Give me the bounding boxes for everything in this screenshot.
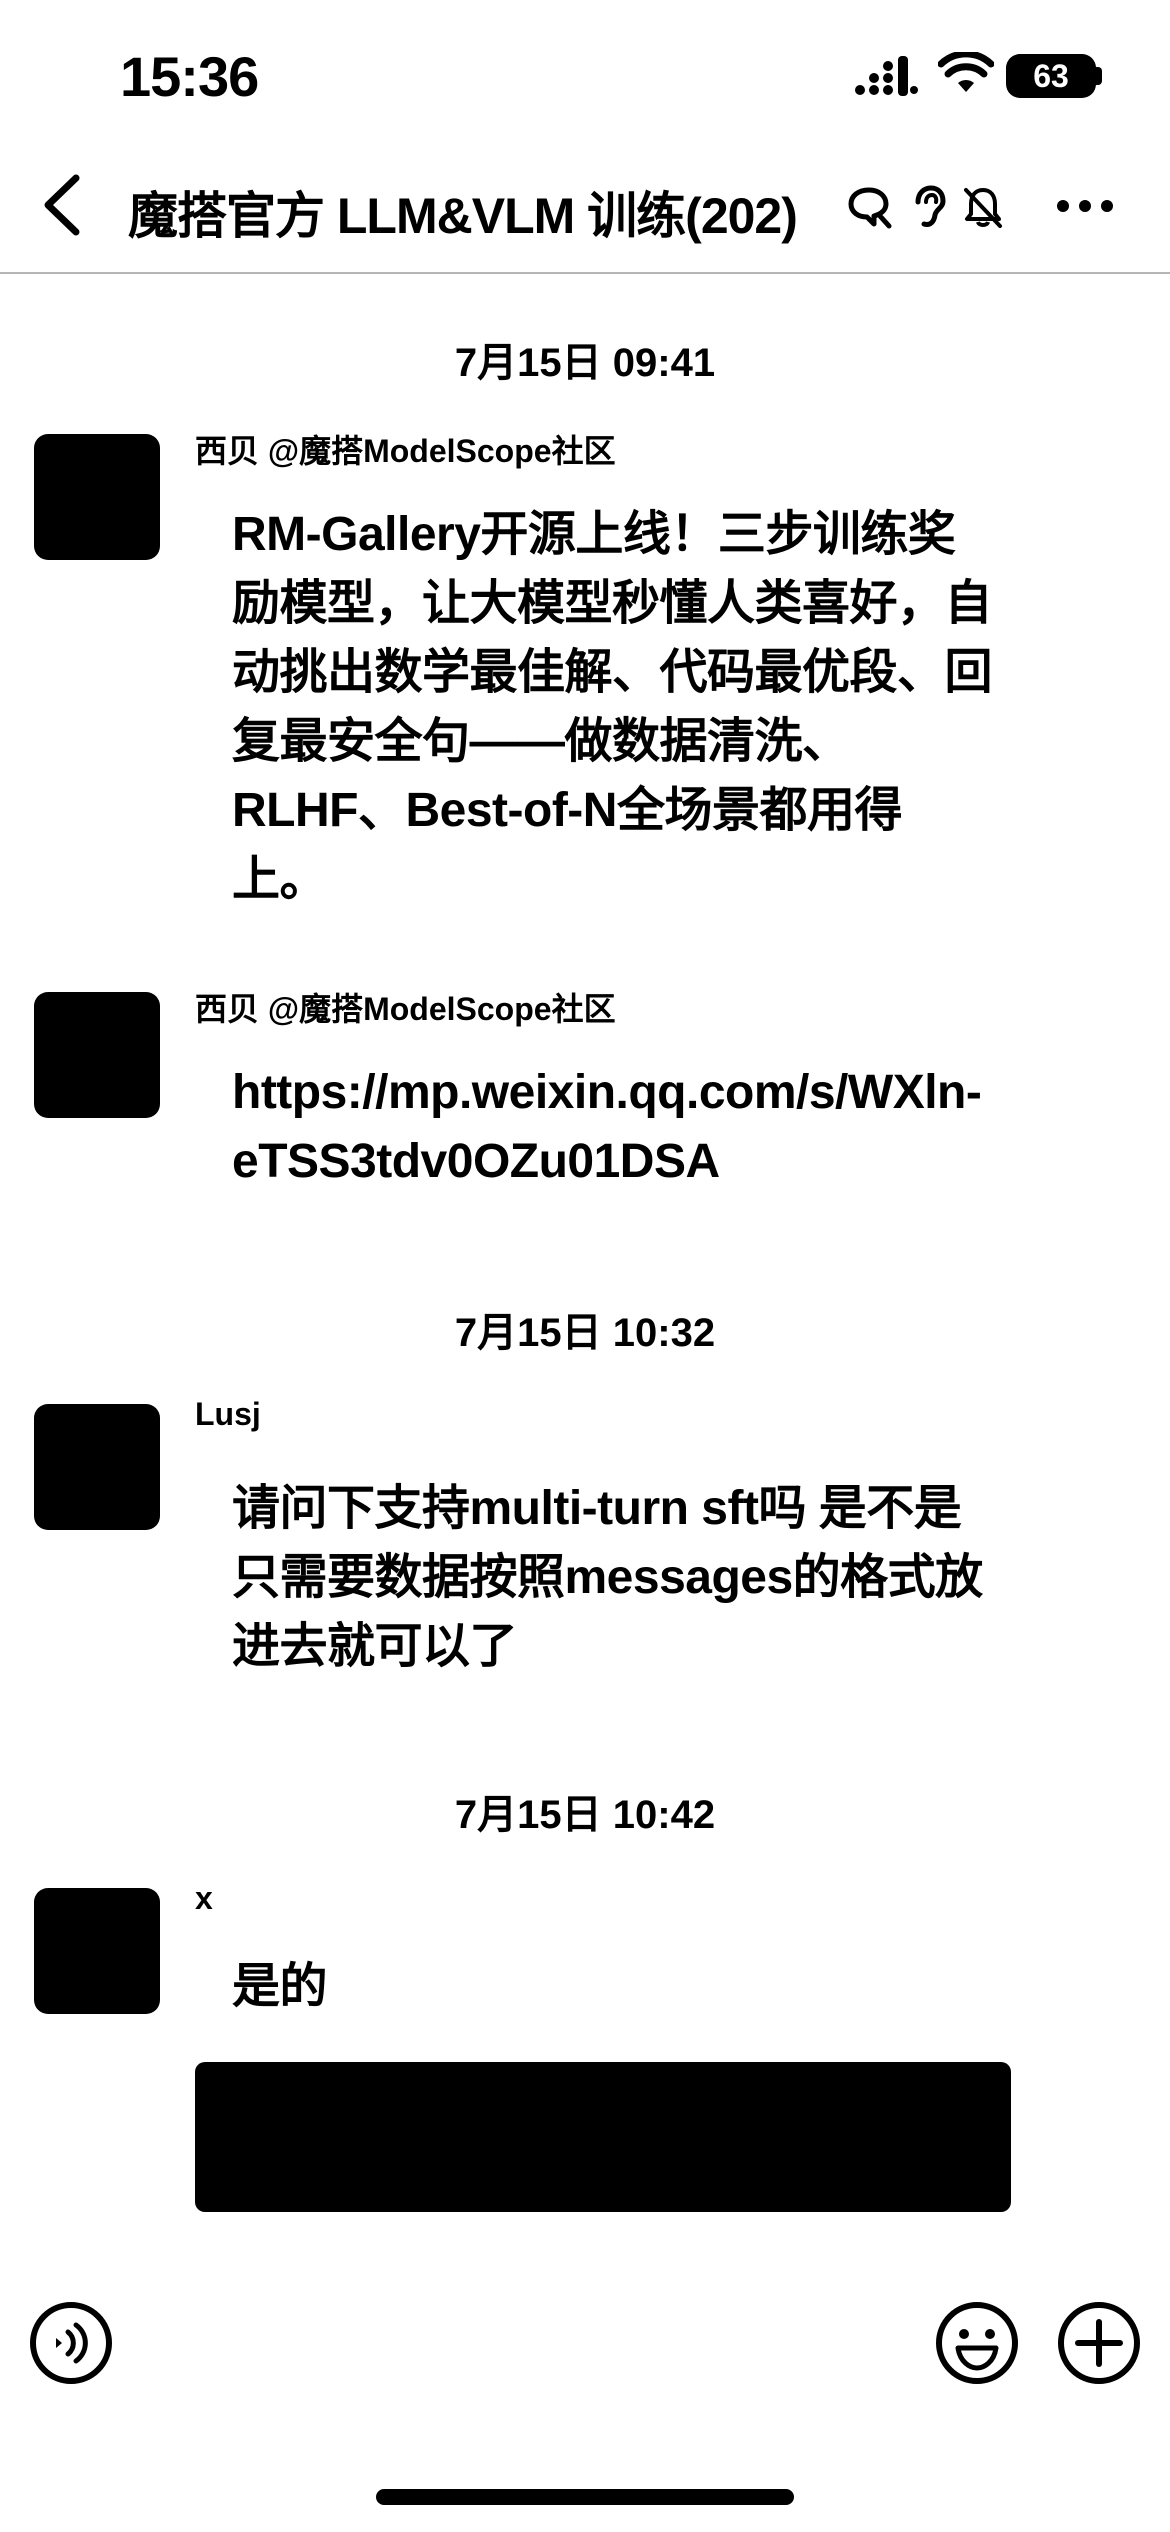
header-divider [0, 272, 1170, 274]
battery-indicator: 63 [1006, 54, 1096, 98]
battery-cap [1094, 67, 1102, 85]
battery-level: 63 [1033, 57, 1069, 94]
chat-title[interactable]: 魔搭官方 LLM&VLM 训练(202) [128, 176, 840, 248]
sender-name: 西贝 @魔搭ModelScope社区 [195, 433, 616, 469]
plus-circle-icon[interactable] [1056, 2300, 1142, 2386]
sender-name: x [195, 1880, 213, 1916]
message-text[interactable]: 是的 [232, 1952, 992, 2021]
voice-input-icon[interactable] [28, 2300, 114, 2386]
bell-slash-icon[interactable] [960, 184, 1006, 230]
sender-name: 西贝 @魔搭ModelScope社区 [195, 991, 616, 1027]
timestamp: 7月15日 10:42 [454, 1793, 716, 1837]
avatar[interactable] [34, 992, 160, 1118]
sender-name: Lusj [195, 1396, 261, 1432]
timestamp: 7月15日 09:41 [454, 341, 716, 385]
search-chat-icon[interactable] [846, 184, 892, 230]
timestamp: 7月15日 10:32 [454, 1311, 716, 1355]
avatar[interactable] [34, 434, 160, 560]
message-text[interactable]: RM-Gallery开源上线！三步训练奖励模型，让大模型秒懂人类喜好，自动挑出数… [232, 500, 993, 914]
redacted-message [195, 2062, 1011, 2212]
message-text[interactable]: 请问下支持multi-turn sft吗 是不是只需要数据按照messages的… [232, 1474, 992, 1681]
more-dots-icon[interactable] [1054, 196, 1116, 216]
chevron-left-icon[interactable] [38, 172, 86, 238]
home-indicator[interactable] [376, 2489, 794, 2505]
wifi-icon [938, 52, 994, 92]
emoji-icon[interactable] [934, 2300, 1020, 2386]
avatar[interactable] [34, 1404, 160, 1530]
message-link[interactable]: https://mp.weixin.qq.com/s/WXln-eTSS3tdv… [232, 1058, 992, 1196]
cellular-signal-icon [855, 56, 918, 96]
avatar[interactable] [34, 1888, 160, 2014]
status-time: 15:36 [120, 45, 259, 108]
ear-icon[interactable] [906, 184, 952, 230]
